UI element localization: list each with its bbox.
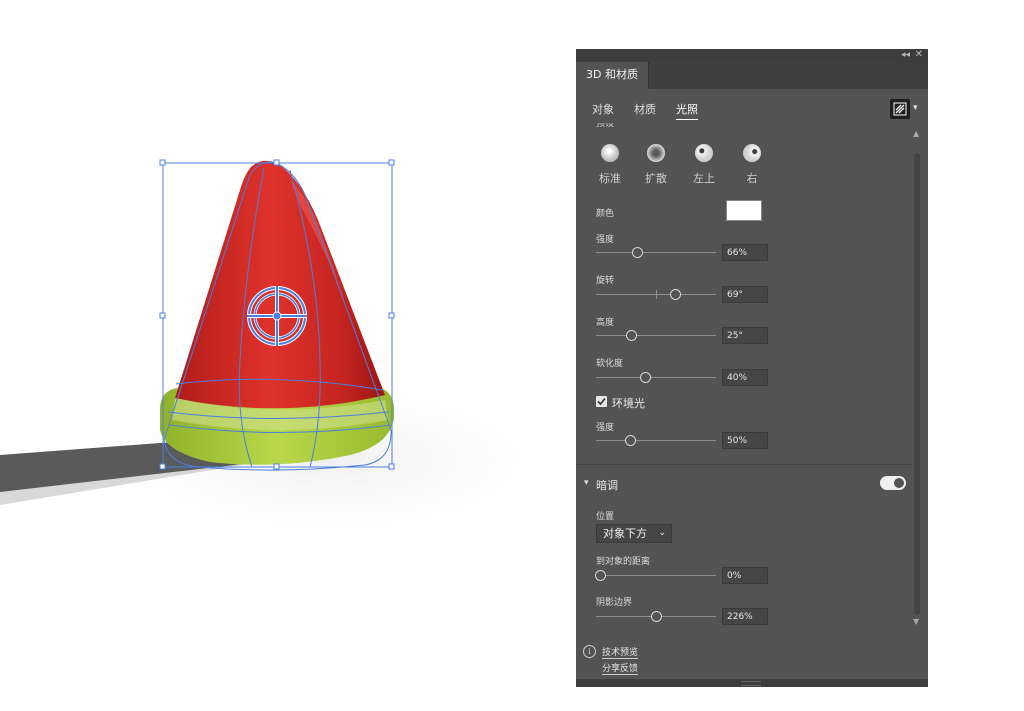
close-icon[interactable]: ✕: [915, 49, 923, 61]
collapse-icon[interactable]: ◂◂: [901, 50, 910, 61]
scroll-up-icon[interactable]: ▲: [913, 129, 919, 138]
panel-tabstrip: 3D 和材质: [576, 62, 928, 89]
softness-label: 软化度: [596, 359, 624, 369]
preset-right[interactable]: 右: [732, 144, 772, 186]
softness-slider[interactable]: [596, 372, 716, 383]
slider-thumb[interactable]: [626, 330, 638, 341]
preset-standard-label: 标准: [599, 172, 621, 185]
slider-thumb[interactable]: [625, 435, 637, 446]
render-icon: [893, 102, 907, 116]
render-button[interactable]: [890, 99, 910, 119]
distance-label: 到对象的距离: [596, 557, 651, 567]
shadow-position-label: 位置: [596, 512, 615, 522]
subtab-object[interactable]: 对象: [592, 101, 614, 117]
intensity-field[interactable]: 66%: [722, 244, 768, 261]
preset-right-label: 右: [746, 172, 758, 185]
shadow-position-dropdown[interactable]: 对象下方 ⌄: [596, 524, 672, 543]
shadow-bounds-slider[interactable]: [596, 611, 716, 622]
scroll-down-icon[interactable]: ▼: [913, 617, 919, 626]
rotation-field[interactable]: 69°: [722, 286, 768, 303]
checkmark-icon: [597, 397, 606, 406]
preset-diffuse-label: 扩散: [645, 172, 667, 185]
intensity-label: 强度: [596, 235, 615, 245]
preset-top-left[interactable]: 左上: [684, 144, 724, 186]
light-color-swatch[interactable]: [726, 200, 762, 221]
preset-top-left-label: 左上: [693, 172, 715, 185]
slider-thumb[interactable]: [631, 247, 643, 258]
section-divider: [576, 464, 912, 465]
presets-heading-clipped: 预设: [586, 123, 906, 128]
rotation-widget-icon[interactable]: [247, 286, 307, 346]
softness-field[interactable]: 40%: [722, 369, 768, 386]
info-icon: i: [583, 645, 596, 658]
chevron-down-icon: ⌄: [658, 528, 666, 538]
subtab-lighting[interactable]: 光照: [676, 101, 698, 120]
chevron-down-icon[interactable]: ▾: [913, 103, 918, 113]
panel-scrollbar[interactable]: ▲ ▼: [912, 129, 922, 629]
shadow-bounds-label: 阴影边界: [596, 598, 633, 608]
height-label: 高度: [596, 318, 615, 328]
shadow-bounds-field[interactable]: 226%: [722, 608, 768, 625]
light-standard-icon: [601, 144, 619, 162]
shadows-toggle[interactable]: [880, 476, 906, 490]
light-diffuse-icon: [647, 144, 665, 162]
slider-thumb[interactable]: [639, 372, 651, 383]
ambient-intensity-slider[interactable]: [596, 435, 716, 446]
panel-resize-footer[interactable]: [576, 679, 928, 687]
height-field[interactable]: 25°: [722, 327, 768, 344]
3d-materials-panel: ◂◂ ✕ 3D 和材质 对象 材质 光照 ▾ ▲ ▼ 预设 标准 扩散 左上 右: [576, 49, 928, 687]
slider-thumb[interactable]: [595, 570, 606, 581]
light-top-left-icon: [695, 144, 713, 162]
presets-heading: 预设: [596, 123, 615, 128]
ambient-intensity-field[interactable]: 50%: [722, 432, 768, 449]
color-label: 颜色: [596, 209, 615, 219]
rotation-slider[interactable]: [596, 289, 716, 300]
height-slider[interactable]: [596, 330, 716, 341]
chevron-down-icon[interactable]: ▾: [584, 478, 589, 488]
resize-grip-icon[interactable]: [741, 681, 761, 686]
preset-standard[interactable]: 标准: [590, 144, 630, 186]
rotation-label: 旋转: [596, 276, 615, 286]
distance-slider[interactable]: [595, 570, 716, 581]
share-feedback-link[interactable]: 分享反馈: [602, 661, 639, 675]
tech-preview-link[interactable]: 技术预览: [602, 645, 639, 659]
tab-3d-materials[interactable]: 3D 和材质: [576, 62, 649, 89]
shadow-position-value: 对象下方: [603, 527, 647, 540]
scroll-thumb[interactable]: [914, 153, 920, 615]
ambient-light-label: 环境光: [612, 397, 645, 410]
shadows-section-title[interactable]: 暗调: [596, 477, 618, 493]
intensity-slider[interactable]: [596, 247, 716, 258]
distance-field[interactable]: 0%: [722, 567, 768, 584]
slider-thumb[interactable]: [670, 289, 682, 300]
light-right-icon: [743, 144, 761, 162]
subtab-material[interactable]: 材质: [634, 101, 656, 117]
slider-thumb[interactable]: [651, 611, 662, 622]
panel-titlebar[interactable]: ◂◂ ✕: [576, 49, 928, 62]
ambient-light-checkbox[interactable]: [596, 396, 607, 407]
ambient-intensity-label: 强度: [596, 423, 615, 433]
preset-diffuse[interactable]: 扩散: [636, 144, 676, 186]
